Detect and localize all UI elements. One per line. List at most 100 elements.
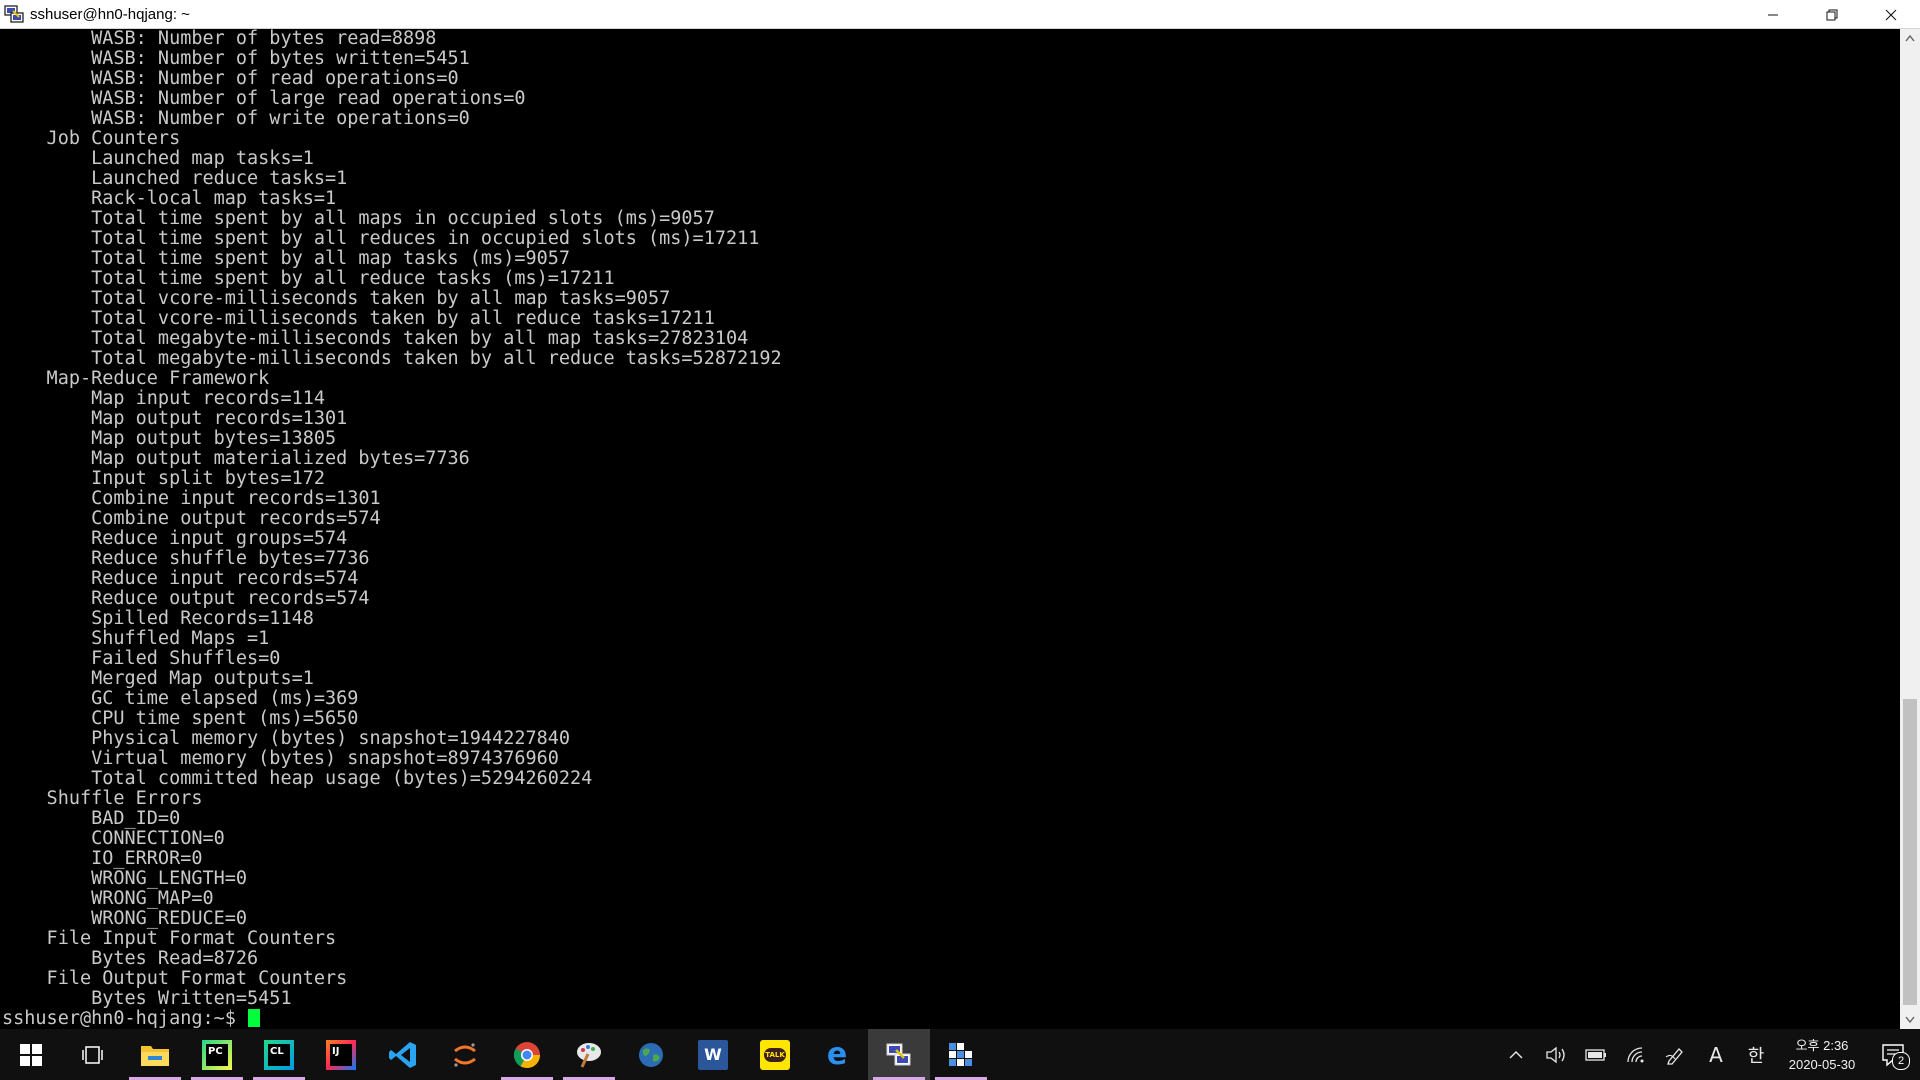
globe-icon <box>639 1042 663 1067</box>
ime-language-indicator[interactable]: 한 <box>1736 1029 1776 1080</box>
scroll-down-arrow-icon[interactable] <box>1900 1011 1920 1029</box>
taskbar-putty[interactable] <box>868 1029 930 1080</box>
start-button[interactable] <box>0 1029 62 1080</box>
taskbar-pycharm[interactable]: PC <box>186 1029 248 1080</box>
terminal-line: Shuffled Maps =1 <box>2 628 270 649</box>
chrome-icon <box>513 1041 541 1068</box>
minimize-button[interactable] <box>1743 0 1802 29</box>
terminal-line: Job Counters <box>2 128 181 149</box>
taskbar-clock[interactable]: 오후 2:36 2020-05-30 <box>1776 1029 1868 1080</box>
terminal-line: GC time elapsed (ms)=369 <box>2 688 359 709</box>
terminal-line: Total megabyte-milliseconds taken by all… <box>2 348 782 369</box>
taskbar: PC CL IJ W TALK e A 한 오후 2:36 2020-05-30… <box>0 1029 1920 1080</box>
edge-icon: e <box>826 1037 848 1072</box>
volume-icon[interactable] <box>1536 1029 1576 1080</box>
terminal-line: Map output records=1301 <box>2 408 348 429</box>
taskbar-kakaotalk[interactable]: TALK <box>744 1029 806 1080</box>
terminal-line: Reduce input groups=574 <box>2 528 348 549</box>
input-mode-indicator[interactable]: A <box>1696 1029 1736 1080</box>
terminal-line: WRONG_MAP=0 <box>2 888 214 909</box>
wifi-icon[interactable] <box>1616 1029 1656 1080</box>
vscode-icon <box>389 1041 416 1068</box>
window-title-bar[interactable]: sshuser@hn0-hqjang: ~ <box>0 0 1920 29</box>
terminal-line: Virtual memory (bytes) snapshot=89743769… <box>2 748 559 769</box>
terminal-line: Total time spent by all reduce tasks (ms… <box>2 268 615 289</box>
terminal-line: CPU time spent (ms)=5650 <box>2 708 359 729</box>
terminal-line: Map output materialized bytes=7736 <box>2 448 470 469</box>
action-center-button[interactable]: 2 <box>1868 1029 1920 1080</box>
show-hidden-icons-chevron-icon[interactable] <box>1496 1029 1536 1080</box>
terminal-line: Launched reduce tasks=1 <box>2 168 348 189</box>
terminal-line: Total vcore-milliseconds taken by all ma… <box>2 288 671 309</box>
terminal-line: WASB: Number of bytes written=5451 <box>2 48 470 69</box>
terminal-line: Combine input records=1301 <box>2 488 381 509</box>
taskbar-grid-app[interactable] <box>930 1029 992 1080</box>
clion-icon: CL <box>264 1039 294 1070</box>
taskbar-intellij[interactable]: IJ <box>310 1029 372 1080</box>
taskbar-paint[interactable] <box>558 1029 620 1080</box>
taskbar-globe-app[interactable] <box>620 1029 682 1080</box>
terminal-line: WASB: Number of write operations=0 <box>2 108 470 129</box>
terminal-line: Map output bytes=13805 <box>2 428 337 449</box>
terminal-line: WRONG_LENGTH=0 <box>2 868 248 889</box>
file-explorer-icon <box>141 1045 169 1066</box>
terminal-line: Map-Reduce Framework <box>2 368 270 389</box>
restore-button[interactable] <box>1802 0 1861 29</box>
terminal-line: Total time spent by all map tasks (ms)=9… <box>2 248 571 269</box>
taskbar-edge[interactable]: e <box>806 1029 868 1080</box>
putty-icon <box>886 1043 911 1065</box>
terminal-line: WASB: Number of read operations=0 <box>2 68 459 89</box>
terminal-line: WRONG_REDUCE=0 <box>2 908 248 929</box>
taskbar-jupyter[interactable] <box>434 1029 496 1080</box>
task-view-icon <box>82 1045 103 1064</box>
notification-count-badge: 2 <box>1892 1052 1910 1070</box>
terminal-line: Merged Map outputs=1 <box>2 668 314 689</box>
taskbar-vscode[interactable] <box>372 1029 434 1080</box>
terminal-line: Failed Shuffles=0 <box>2 648 281 669</box>
windows-start-icon <box>20 1043 42 1066</box>
pen-ink-icon[interactable] <box>1656 1029 1696 1080</box>
terminal-line: Spilled Records=1148 <box>2 608 314 629</box>
taskbar-word[interactable]: W <box>682 1029 744 1080</box>
clock-date: 2020-05-30 <box>1788 1056 1856 1072</box>
terminal-line: Total committed heap usage (bytes)=52942… <box>2 768 593 789</box>
pycharm-icon: PC <box>202 1039 232 1070</box>
terminal-lines: WASB: Number of bytes read=8898 WASB: Nu… <box>0 29 1900 1029</box>
terminal-line: Total time spent by all reduces in occup… <box>2 228 760 249</box>
terminal-line: Total vcore-milliseconds taken by all re… <box>2 308 715 329</box>
close-icon <box>1885 9 1896 20</box>
terminal-output[interactable]: WASB: Number of bytes read=8898 WASB: Nu… <box>0 29 1900 1029</box>
taskbar-clion[interactable]: CL <box>248 1029 310 1080</box>
clock-time: 오후 2:36 <box>1795 1037 1849 1053</box>
terminal-line: Physical memory (bytes) snapshot=1944227… <box>2 728 571 749</box>
terminal-line: Launched map tasks=1 <box>2 148 314 169</box>
terminal-line: BAD_ID=0 <box>2 808 181 829</box>
putty-icon <box>4 4 24 24</box>
terminal-cursor <box>247 1009 260 1027</box>
terminal-line: Reduce shuffle bytes=7736 <box>2 548 370 569</box>
task-view-button[interactable] <box>62 1029 124 1080</box>
terminal-line: Input split bytes=172 <box>2 468 326 489</box>
terminal-line: Map input records=114 <box>2 388 326 409</box>
taskbar-chrome[interactable] <box>496 1029 558 1080</box>
terminal-line: Reduce output records=574 <box>2 588 370 609</box>
scroll-up-arrow-icon[interactable] <box>1900 29 1920 47</box>
battery-icon[interactable] <box>1576 1029 1616 1080</box>
kakaotalk-icon: TALK <box>760 1039 790 1070</box>
terminal-line: Total time spent by all maps in occupied… <box>2 208 715 229</box>
word-icon: W <box>698 1039 728 1070</box>
jupyter-icon <box>454 1042 476 1067</box>
terminal-line: Bytes Read=8726 <box>2 948 259 969</box>
window-controls <box>1743 0 1920 29</box>
terminal-line: File Input Format Counters <box>2 928 337 949</box>
close-button[interactable] <box>1861 0 1920 29</box>
paint-icon <box>577 1042 601 1068</box>
taskbar-file-explorer[interactable] <box>124 1029 186 1080</box>
grid-app-icon <box>949 1042 972 1066</box>
terminal-line: Shuffle Errors <box>2 788 203 809</box>
scrollbar-thumb[interactable] <box>1903 699 1917 1005</box>
terminal-prompt-line[interactable]: sshuser@hn0-hqjang:~$ <box>2 1009 1900 1029</box>
terminal-scrollbar[interactable] <box>1900 29 1920 1029</box>
terminal-line: WASB: Number of bytes read=8898 <box>2 29 437 49</box>
minimize-icon <box>1767 14 1778 15</box>
